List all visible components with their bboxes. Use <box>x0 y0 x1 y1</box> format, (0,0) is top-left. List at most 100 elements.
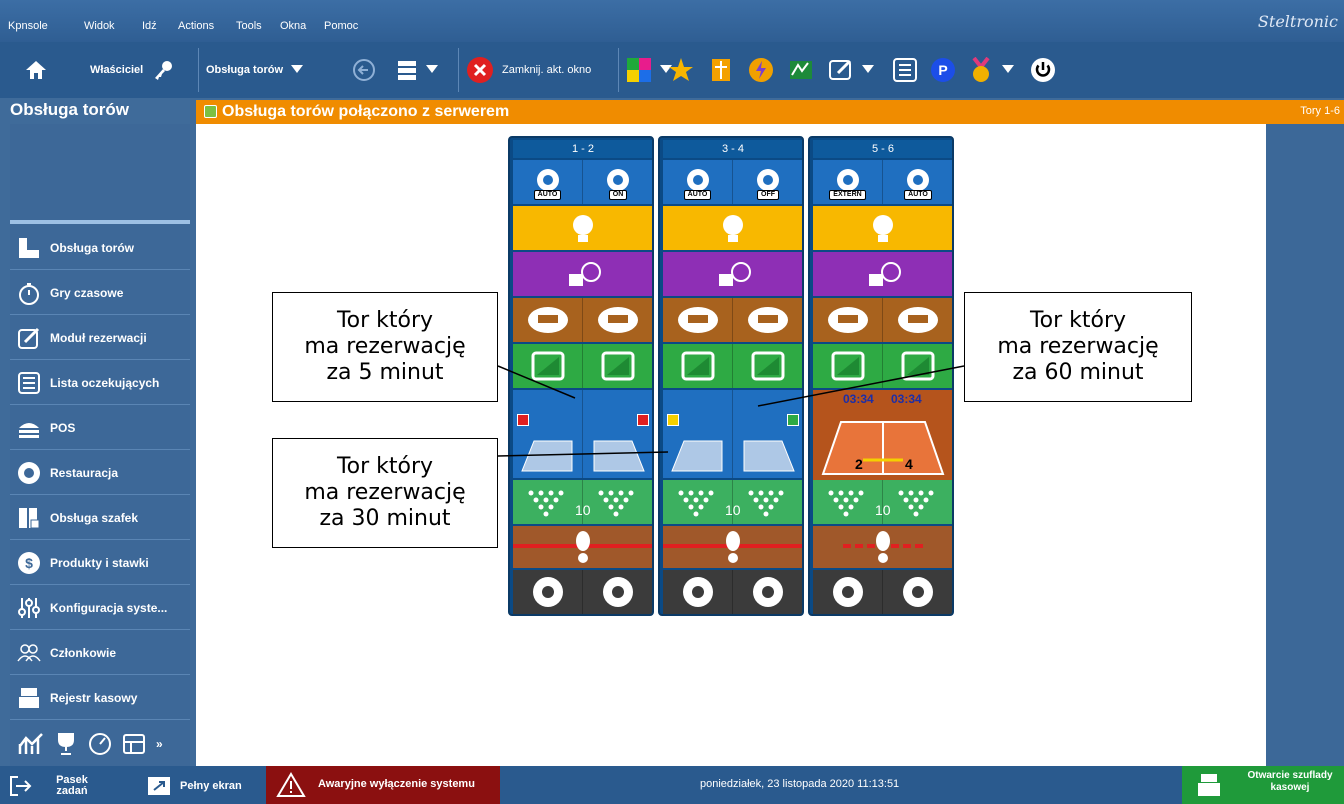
pinsetter-gear-icon[interactable]: AUTO <box>513 160 583 204</box>
lane-pair-5-6[interactable]: 5 - 6 EXTERN AUTO 03:34 03:34 2 4 10 <box>808 136 954 616</box>
sidebar-item-lockers[interactable]: Obsługa szafek <box>10 496 190 540</box>
joystick-icon[interactable] <box>663 570 733 614</box>
sidebar-item-products[interactable]: $ Produkty i stawki <box>10 541 190 585</box>
lane-pair-1-2[interactable]: 1 - 2 AUTO ON 10 <box>508 136 654 616</box>
list-button[interactable] <box>892 42 918 98</box>
back-button[interactable] <box>352 42 376 98</box>
lane-surface-row[interactable] <box>513 434 652 478</box>
joystick-icon[interactable] <box>733 570 802 614</box>
foul-line-row[interactable] <box>513 526 652 568</box>
joystick-icon[interactable] <box>583 570 652 614</box>
sidebar-item-cash-register[interactable]: Rejestr kasowy <box>10 676 190 720</box>
joystick-row[interactable] <box>663 570 802 614</box>
camera-row[interactable] <box>513 252 652 296</box>
favorite-button[interactable] <box>668 42 694 98</box>
foul-line-row[interactable] <box>813 526 952 568</box>
monitor-icon[interactable] <box>813 344 883 388</box>
joystick-icon[interactable] <box>813 570 883 614</box>
home-button[interactable] <box>24 42 48 98</box>
monitor-icon[interactable] <box>663 344 733 388</box>
monitor-icon[interactable] <box>883 344 952 388</box>
foul-line-row[interactable] <box>663 526 802 568</box>
menu-actions[interactable]: Actions <box>178 20 214 32</box>
lane-trapezoid-icon[interactable] <box>663 434 733 478</box>
lanes-dropdown[interactable]: Obsługa torów <box>206 42 303 98</box>
reservation-cell[interactable] <box>733 390 802 434</box>
keyboard-icon[interactable] <box>733 298 802 342</box>
monitor-row[interactable] <box>813 344 952 388</box>
lane-trapezoid-icon[interactable] <box>583 434 652 478</box>
menu-okna[interactable]: Okna <box>280 20 306 32</box>
pins-icon[interactable] <box>813 480 883 524</box>
pinsetter-gear-icon[interactable]: EXTERN <box>813 160 883 204</box>
monitor-icon[interactable] <box>733 344 802 388</box>
joystick-icon[interactable] <box>513 570 583 614</box>
chart-icon[interactable] <box>18 732 44 756</box>
keyboard-icon[interactable] <box>813 298 883 342</box>
monitor-row[interactable] <box>663 344 802 388</box>
pins-icon[interactable] <box>583 480 652 524</box>
medal-dropdown[interactable] <box>968 42 1014 98</box>
sidebar-item-lanes[interactable]: Obsługa torów <box>10 226 190 270</box>
lane-trapezoid-icon[interactable] <box>733 434 802 478</box>
pins-row[interactable]: 10 <box>663 480 802 524</box>
lane-control-button[interactable] <box>708 42 734 98</box>
reservation-row[interactable] <box>513 390 652 434</box>
pinsetter-gear-icon[interactable]: ON <box>583 160 652 204</box>
sidebar-item-restaurant[interactable]: Restauracja <box>10 451 190 495</box>
open-drawer-button[interactable]: Otwarcie szuflady kasowej <box>1182 766 1344 804</box>
sidebar-item-members[interactable]: Członkowie <box>10 631 190 675</box>
more-icon[interactable]: » <box>156 737 163 751</box>
menu-tools[interactable]: Tools <box>236 20 262 32</box>
sidebar-splitter[interactable] <box>10 220 190 224</box>
lane-pair-3-4[interactable]: 3 - 4 AUTO OFF 10 <box>658 136 804 616</box>
power-button[interactable] <box>1030 42 1056 98</box>
fullscreen-button[interactable]: Pełny ekran <box>146 772 262 800</box>
trophy-icon[interactable] <box>54 732 78 756</box>
light-row[interactable] <box>813 206 952 250</box>
sidebar-item-timed-games[interactable]: Gry czasowe <box>10 271 190 315</box>
light-row[interactable] <box>513 206 652 250</box>
pins-row[interactable]: 10 <box>513 480 652 524</box>
sidebar-item-reservations[interactable]: Moduł rezerwacji <box>10 316 190 360</box>
keyboard-icon[interactable] <box>513 298 583 342</box>
joystick-row[interactable] <box>513 570 652 614</box>
colors-dropdown[interactable] <box>626 42 672 98</box>
emergency-shutdown-button[interactable]: Awaryjne wyłączenie systemu <box>266 766 500 804</box>
sidebar-item-configuration[interactable]: Konfiguracja syste... <box>10 586 190 630</box>
pins-icon[interactable] <box>733 480 802 524</box>
light-row[interactable] <box>663 206 802 250</box>
monitor-row[interactable] <box>513 344 652 388</box>
pinsetter-gear-icon[interactable]: OFF <box>733 160 802 204</box>
pins-icon[interactable] <box>663 480 733 524</box>
menu-konsole[interactable]: Kpnsole <box>8 20 48 32</box>
active-game-row[interactable]: 03:34 03:34 2 4 <box>813 390 952 480</box>
keypad-row[interactable] <box>663 298 802 342</box>
keyboard-icon[interactable] <box>883 298 952 342</box>
lane-trapezoid-icon[interactable] <box>513 434 583 478</box>
menu-widok[interactable]: Widok <box>84 20 115 32</box>
pinsetter-row[interactable]: AUTO ON <box>513 160 652 204</box>
parking-button[interactable]: P <box>930 42 956 98</box>
sidebar-item-pos[interactable]: POS <box>10 406 190 450</box>
menu-idz[interactable]: Idź <box>142 20 157 32</box>
sidebar-item-waiting-list[interactable]: Lista oczekujących <box>10 361 190 405</box>
camera-row[interactable] <box>663 252 802 296</box>
keypad-row[interactable] <box>813 298 952 342</box>
camera-row[interactable] <box>813 252 952 296</box>
owner-button[interactable]: Właściciel <box>90 42 175 98</box>
edit-dropdown[interactable] <box>828 42 874 98</box>
pins-icon[interactable] <box>513 480 583 524</box>
joystick-icon[interactable] <box>883 570 952 614</box>
reservation-row[interactable] <box>663 390 802 434</box>
reservation-cell[interactable] <box>583 390 652 434</box>
pinsetter-row[interactable]: EXTERN AUTO <box>813 160 952 204</box>
keyboard-icon[interactable] <box>663 298 733 342</box>
reservation-cell[interactable] <box>663 390 733 434</box>
taskbar-button[interactable]: Pasek zadań <box>8 772 128 800</box>
monitor-icon[interactable] <box>583 344 652 388</box>
pins-row[interactable]: 10 <box>813 480 952 524</box>
pinsetter-gear-icon[interactable]: AUTO <box>663 160 733 204</box>
panel-icon[interactable] <box>122 732 146 756</box>
lane-surface-row[interactable] <box>663 434 802 478</box>
